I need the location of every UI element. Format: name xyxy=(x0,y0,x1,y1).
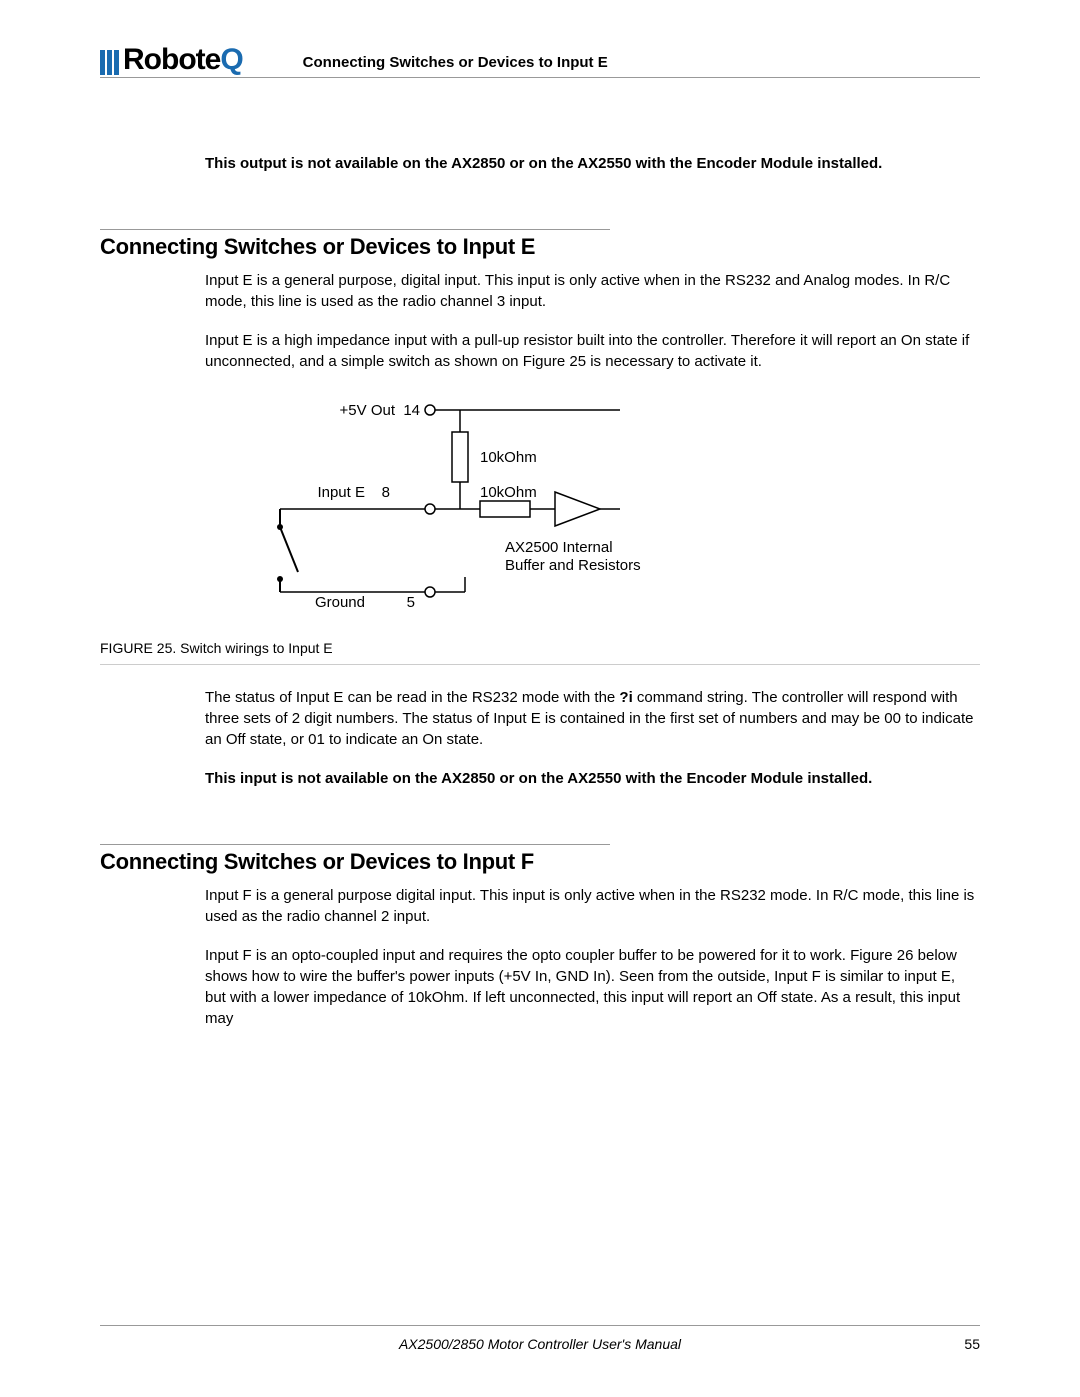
p3-part-a: The status of Input E can be read in the… xyxy=(205,689,619,706)
figure-divider xyxy=(100,664,980,665)
header-section-title: Connecting Switches or Devices to Input … xyxy=(303,54,608,75)
logo: RoboteQ xyxy=(100,45,243,75)
section-e-heading: Connecting Switches or Devices to Input … xyxy=(100,234,980,260)
svg-text:10kOhm: 10kOhm xyxy=(480,484,537,501)
footer-divider xyxy=(100,1325,980,1326)
section-e-note: This input is not available on the AX285… xyxy=(205,768,980,789)
footer-page-number: 55 xyxy=(964,1336,980,1352)
section-divider-f xyxy=(100,844,610,845)
p3-command: ?i xyxy=(619,689,632,706)
intro-note: This output is not available on the AX28… xyxy=(205,153,980,174)
section-e-p1: Input E is a general purpose, digital in… xyxy=(205,270,980,312)
figure-25: +5V Out 14 10kOhm Input E 8 10kOhm xyxy=(100,397,980,665)
figure-25-caption: FIGURE 25. Switch wirings to Input E xyxy=(100,640,980,656)
section-f-p1: Input F is a general purpose digital inp… xyxy=(205,885,980,927)
logo-q: Q xyxy=(220,43,242,76)
section-f-p2: Input F is an opto-coupled input and req… xyxy=(205,945,980,1029)
section-divider xyxy=(100,229,610,230)
svg-text:Ground: Ground xyxy=(315,594,365,611)
svg-text:14: 14 xyxy=(403,402,420,419)
svg-text:Buffer and Resistors: Buffer and Resistors xyxy=(505,557,641,574)
svg-text:8: 8 xyxy=(382,484,390,501)
section-e-p3: The status of Input E can be read in the… xyxy=(205,687,980,750)
page-header: RoboteQ Connecting Switches or Devices t… xyxy=(100,45,980,78)
logo-main: Robote xyxy=(123,43,220,76)
footer-title: AX2500/2850 Motor Controller User's Manu… xyxy=(399,1336,681,1352)
svg-text:5: 5 xyxy=(407,594,415,611)
svg-text:Input E: Input E xyxy=(317,484,365,501)
page-content: RoboteQ Connecting Switches or Devices t… xyxy=(100,45,980,1357)
circuit-diagram-icon: +5V Out 14 10kOhm Input E 8 10kOhm xyxy=(100,397,980,617)
svg-text:+5V Out: +5V Out xyxy=(340,402,396,419)
logo-bars-icon xyxy=(100,50,119,75)
logo-text: RoboteQ xyxy=(123,45,243,75)
section-e-p2: Input E is a high impedance input with a… xyxy=(205,330,980,372)
page-footer: AX2500/2850 Motor Controller User's Manu… xyxy=(100,1325,980,1352)
section-f-heading: Connecting Switches or Devices to Input … xyxy=(100,849,980,875)
svg-text:10kOhm: 10kOhm xyxy=(480,449,537,466)
svg-text:AX2500 Internal: AX2500 Internal xyxy=(505,539,613,556)
